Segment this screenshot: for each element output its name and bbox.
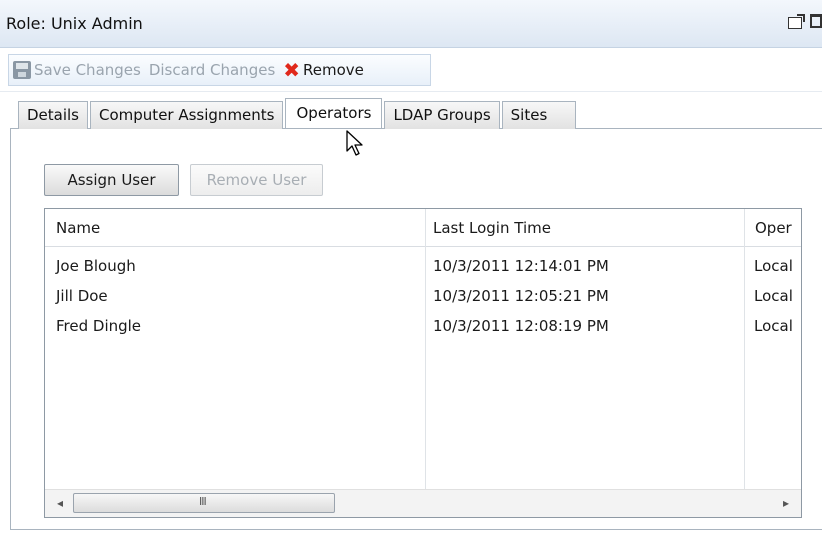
scroll-left-icon[interactable]: ◂ [57, 496, 63, 510]
popout-icon[interactable] [788, 14, 805, 29]
remove-label: Remove [303, 61, 364, 79]
discard-changes-button[interactable]: Discard Changes [145, 55, 279, 85]
toolbar-group: Save Changes Discard Changes ✖ Remove [8, 54, 431, 86]
save-icon [13, 61, 31, 79]
horizontal-scrollbar[interactable]: ◂ III ▸ [45, 489, 801, 517]
cell-name: Jill Doe [56, 287, 108, 305]
grid-header: Name Last Login Time Oper [45, 209, 801, 247]
operators-grid: Name Last Login Time Oper Joe Blough 10/… [44, 208, 802, 518]
assign-user-button[interactable]: Assign User [44, 164, 179, 196]
tab-strip: Details Computer Assignments Operators L… [18, 98, 578, 129]
table-row[interactable]: Joe Blough 10/3/2011 12:14:01 PM Local [45, 251, 801, 281]
scrollbar-thumb[interactable]: III [73, 493, 335, 513]
column-header-last-login[interactable]: Last Login Time [433, 209, 551, 247]
cell-oper: Local [754, 317, 793, 335]
cell-last-login: 10/3/2011 12:05:21 PM [433, 287, 609, 305]
cell-last-login: 10/3/2011 12:14:01 PM [433, 257, 609, 275]
remove-x-icon: ✖ [283, 58, 301, 82]
toolbar: Save Changes Discard Changes ✖ Remove [0, 48, 822, 92]
cell-last-login: 10/3/2011 12:08:19 PM [433, 317, 609, 335]
cell-oper: Local [754, 287, 793, 305]
title-bar: Role: Unix Admin [0, 0, 822, 48]
table-row[interactable]: Fred Dingle 10/3/2011 12:08:19 PM Local [45, 311, 801, 341]
column-header-oper[interactable]: Oper [755, 209, 792, 247]
maximize-icon[interactable] [810, 14, 822, 28]
title-icons [788, 14, 822, 29]
column-header-name[interactable]: Name [56, 209, 100, 247]
cell-oper: Local [754, 257, 793, 275]
tab-details[interactable]: Details [18, 101, 89, 129]
scrollbar-grip-icon: III [199, 495, 207, 508]
remove-button[interactable]: ✖ Remove [279, 55, 368, 85]
cell-name: Joe Blough [56, 257, 136, 275]
window-title: Role: Unix Admin [6, 14, 143, 33]
remove-user-button[interactable]: Remove User [190, 164, 323, 196]
tab-operators[interactable]: Operators [285, 98, 383, 128]
save-changes-label: Save Changes [34, 61, 141, 79]
tab-ldap-groups[interactable]: LDAP Groups [384, 101, 500, 129]
tab-computer-assignments[interactable]: Computer Assignments [90, 101, 284, 129]
tab-sites[interactable]: Sites [501, 101, 576, 129]
cell-name: Fred Dingle [56, 317, 142, 335]
scroll-right-icon[interactable]: ▸ [783, 496, 789, 510]
discard-changes-label: Discard Changes [148, 61, 276, 79]
save-changes-button[interactable]: Save Changes [9, 55, 145, 85]
table-row[interactable]: Jill Doe 10/3/2011 12:05:21 PM Local [45, 281, 801, 311]
